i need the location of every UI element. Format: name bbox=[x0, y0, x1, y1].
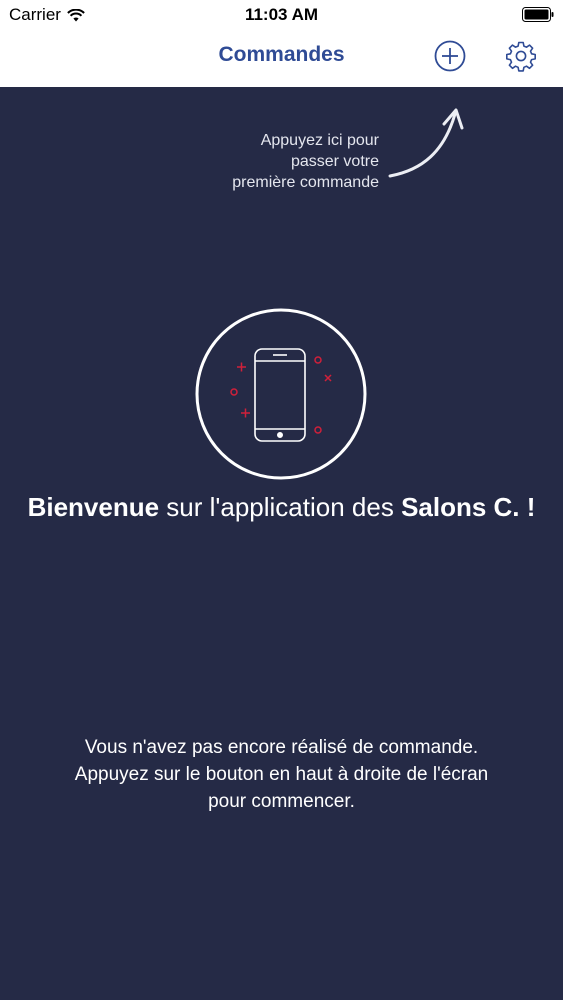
empty-message-line-2: Appuyez sur le bouton en haut à droite d… bbox=[74, 764, 489, 785]
empty-message-line-1: Vous n'avez pas encore réalisé de comman… bbox=[84, 737, 479, 758]
status-bar: Carrier 11:03 AM bbox=[0, 0, 563, 30]
empty-orders-message: Vous n'avez pas encore réalisé de comman… bbox=[15, 734, 548, 815]
decorative-sparkles bbox=[230, 356, 332, 434]
header: Carrier 11:03 AM Commandes bbox=[0, 0, 563, 87]
settings-gear-button[interactable] bbox=[505, 40, 537, 72]
phone-illustration bbox=[195, 308, 367, 480]
hint-line-3: première commande bbox=[232, 174, 379, 191]
hint-line-2: passer votre bbox=[290, 153, 379, 170]
navigation-bar: Commandes bbox=[0, 30, 563, 87]
empty-message-line-3: pour commencer. bbox=[208, 791, 355, 812]
smartphone-icon bbox=[254, 348, 306, 442]
hint-arrow-icon bbox=[388, 108, 464, 178]
page-title: Commandes bbox=[218, 43, 345, 66]
hint-line-1: Appuyez ici pour bbox=[260, 132, 379, 149]
salon-name: Salons C. ! bbox=[401, 492, 536, 522]
welcome-word: Bienvenue bbox=[27, 492, 160, 522]
welcome-middle-text: sur l'application des bbox=[159, 492, 402, 522]
add-order-button[interactable] bbox=[434, 40, 466, 72]
battery-icon bbox=[522, 7, 554, 22]
clock: 11:03 AM bbox=[244, 5, 319, 24]
add-order-hint: Appuyez ici pour passer votre première c… bbox=[159, 130, 379, 193]
welcome-message: Bienvenue sur l'application des Salons C… bbox=[10, 489, 553, 525]
